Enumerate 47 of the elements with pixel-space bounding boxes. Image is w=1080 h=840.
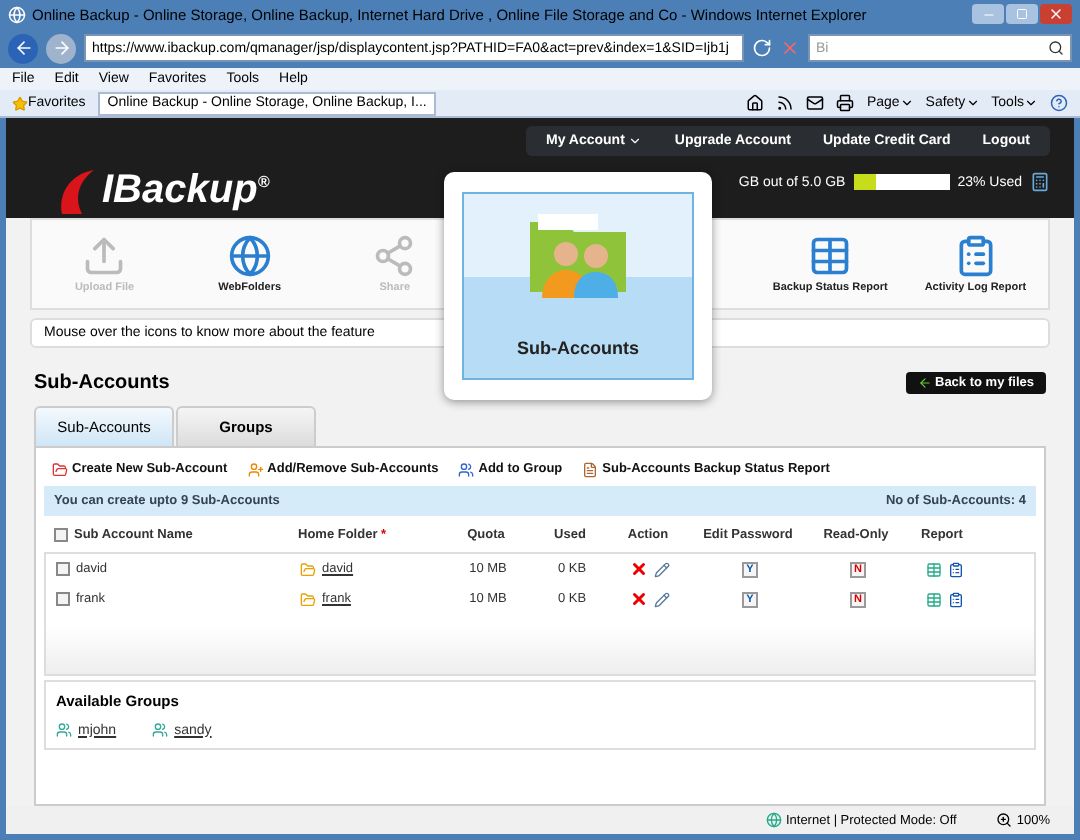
- report-icon[interactable]: [925, 561, 941, 577]
- print-icon[interactable]: [836, 94, 855, 112]
- site-logo: IBackup$^{®}$: [100, 168, 270, 216]
- users-icon: [458, 461, 475, 477]
- log-icon[interactable]: [947, 561, 963, 577]
- edit-icon[interactable]: [654, 591, 670, 607]
- swoosh-icon: [58, 166, 94, 218]
- close-button[interactable]: [1040, 4, 1072, 24]
- log-icon[interactable]: [947, 591, 963, 607]
- mail-icon[interactable]: [806, 94, 825, 112]
- delete-icon[interactable]: [630, 560, 648, 578]
- home-icon[interactable]: [746, 94, 765, 112]
- star-icon: [12, 95, 28, 111]
- globe-icon: [765, 812, 782, 828]
- close-icon: [1048, 6, 1064, 22]
- checkbox[interactable]: [54, 527, 68, 541]
- group-icon: [56, 722, 72, 738]
- refresh-icon[interactable]: [752, 38, 772, 58]
- caret-icon: [1024, 96, 1038, 110]
- feature-icon: [372, 234, 417, 278]
- back-button[interactable]: [8, 33, 38, 63]
- page-title: Sub-Accounts: [34, 372, 170, 394]
- folder-icon: [52, 461, 68, 477]
- report-icon[interactable]: [925, 591, 941, 607]
- caret-icon: [899, 96, 914, 110]
- checkbox[interactable]: [56, 592, 70, 606]
- document-icon: [582, 461, 599, 477]
- arrow-icon: [917, 376, 931, 390]
- feed-icon[interactable]: [776, 94, 795, 112]
- search-icon[interactable]: [1048, 40, 1064, 56]
- delete-icon[interactable]: [630, 590, 648, 608]
- forward-arrow-icon: [51, 38, 71, 58]
- feature-icon: [808, 234, 853, 278]
- help-icon[interactable]: [1050, 94, 1068, 112]
- calculator-icon: [1030, 172, 1050, 192]
- users-icon: [247, 461, 264, 477]
- zoom-icon: [996, 812, 1013, 828]
- forward-button[interactable]: [46, 33, 76, 63]
- browser-icon: [8, 5, 26, 23]
- caret-icon: [965, 96, 980, 110]
- group-icon: [152, 722, 169, 738]
- feature-icon: [227, 234, 272, 278]
- maximize-icon: [1016, 8, 1028, 20]
- feature-icon: [82, 234, 127, 278]
- edit-icon[interactable]: [654, 561, 670, 577]
- checkbox[interactable]: [56, 562, 70, 576]
- back-arrow-icon: [13, 38, 33, 58]
